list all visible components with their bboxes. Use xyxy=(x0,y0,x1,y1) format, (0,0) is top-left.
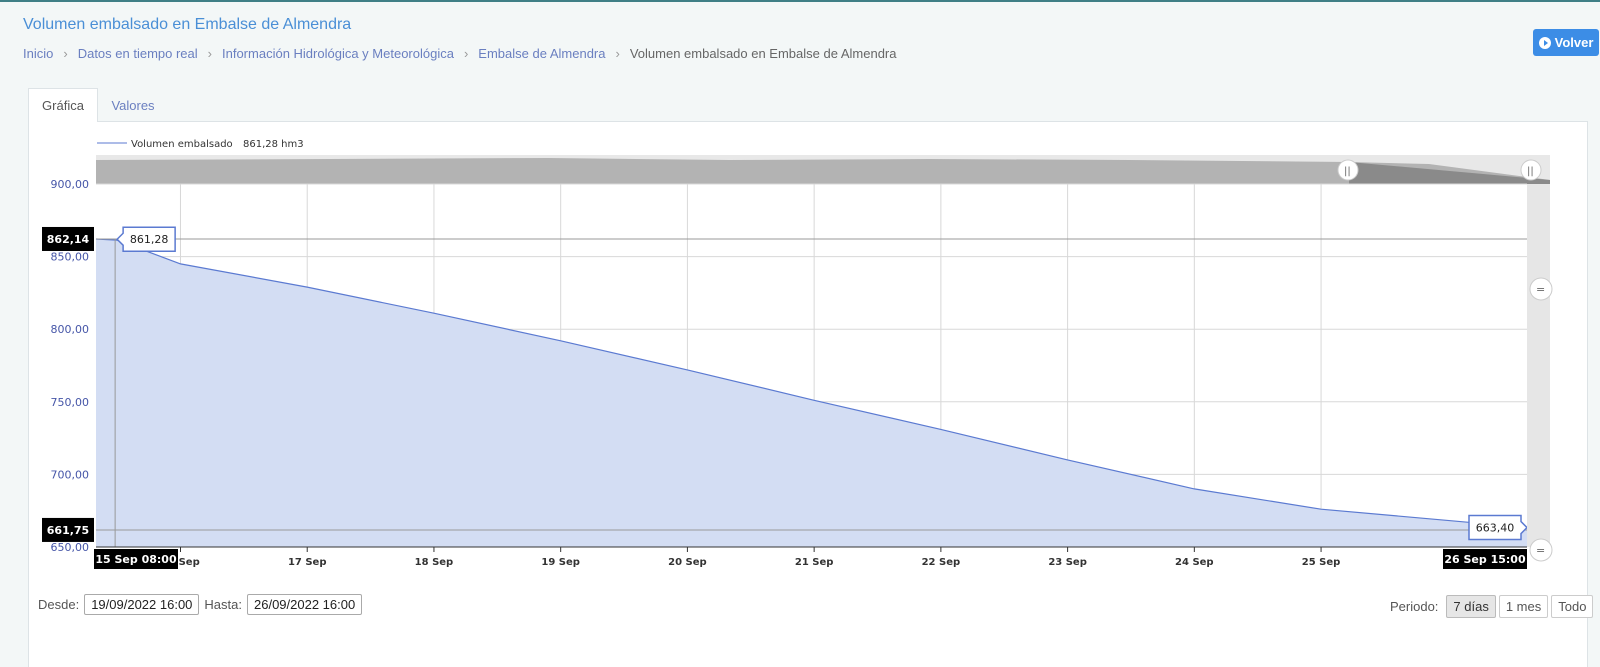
tab-valores[interactable]: Valores xyxy=(98,88,168,122)
chevron-right-icon: › xyxy=(63,46,68,61)
hasta-label: Hasta: xyxy=(204,597,242,612)
crosshair-low-label: 661,75 xyxy=(47,524,89,537)
x-tick-label: 25 Sep xyxy=(1302,557,1341,568)
back-button[interactable]: Volver xyxy=(1533,29,1599,56)
x-axis-ticks: 16 Sep 17 Sep 18 Sep 19 Sep 20 Sep 21 Sep 22 S… xyxy=(161,547,1340,568)
first-value-flag: 861,28 xyxy=(130,233,169,246)
chevron-right-icon: › xyxy=(463,46,469,61)
chart-panel: Volumen embalsado 861,28 hm3 || || 650,0… xyxy=(28,121,1588,667)
back-button-label: Volver xyxy=(1554,35,1594,50)
breadcrumb-inicio[interactable]: Inicio xyxy=(23,46,53,61)
grip-icon: = xyxy=(1536,283,1545,296)
chevron-right-icon: › xyxy=(615,46,620,61)
desde-input[interactable]: 19/09/2022 16:00 xyxy=(84,594,200,615)
x-tick-label: 21 Sep xyxy=(795,557,834,568)
x-tick-label: 22 Sep xyxy=(922,557,961,568)
breadcrumb: Inicio › Datos en tiempo real › Informac… xyxy=(23,46,897,61)
chart[interactable]: Volumen embalsado 861,28 hm3 || || 650,0… xyxy=(29,122,1589,582)
periodo-label: Periodo: xyxy=(1390,599,1439,614)
chevron-right-icon: › xyxy=(207,46,212,61)
legend-value: 861,28 hm3 xyxy=(243,139,304,150)
crosshair-end-label: 26 Sep 15:00 xyxy=(1444,553,1526,566)
last-value-flag: 663,40 xyxy=(1476,522,1515,535)
x-tick-label: 19 Sep xyxy=(541,557,580,568)
x-tick-label: 20 Sep xyxy=(668,557,707,568)
desde-label: Desde: xyxy=(38,597,80,612)
play-circle-icon xyxy=(1538,36,1551,49)
navigator[interactable]: || || xyxy=(96,155,1550,184)
grip-icon: = xyxy=(1536,544,1545,557)
grip-icon: || xyxy=(1344,166,1351,177)
navigator-area xyxy=(96,158,1550,184)
y-tick-label: 750,00 xyxy=(51,396,90,409)
y-tick-label: 700,00 xyxy=(51,468,90,481)
x-tick-label: 23 Sep xyxy=(1048,557,1087,568)
y-tick-label: 800,00 xyxy=(51,323,90,336)
grip-icon: || xyxy=(1527,166,1534,177)
crosshair-start-label: 15 Sep 08:00 xyxy=(95,553,177,566)
scrollbar-track xyxy=(1527,184,1550,547)
y-tick-label: 900,00 xyxy=(51,178,90,191)
tab-grafica[interactable]: Gráfica xyxy=(28,88,98,122)
x-tick-label: 24 Sep xyxy=(1175,557,1214,568)
hasta-input[interactable]: 26/09/2022 16:00 xyxy=(247,594,363,615)
x-tick-label: 18 Sep xyxy=(415,557,454,568)
date-range-controls: Desde: 19/09/2022 16:00 Hasta: 26/09/202… xyxy=(38,594,367,615)
y-tick-label: 850,00 xyxy=(51,251,90,264)
top-accent-line xyxy=(0,0,1600,2)
period-todo-button[interactable]: Todo xyxy=(1551,595,1594,618)
period-selector: Periodo: 7 días 1 mes Todo xyxy=(1390,595,1594,618)
vertical-scrollbar[interactable]: = = xyxy=(1527,184,1553,562)
y-tick-label: 650,00 xyxy=(51,541,90,554)
breadcrumb-current: Volumen embalsado en Embalse de Almendra xyxy=(629,46,897,61)
breadcrumb-info-hidrologica[interactable]: Información Hidrológica y Meteorológica xyxy=(222,46,454,61)
breadcrumb-datos-tiempo-real[interactable]: Datos en tiempo real xyxy=(78,46,198,61)
period-7-dias-button[interactable]: 7 días xyxy=(1446,595,1496,618)
x-tick-label: 17 Sep xyxy=(288,557,327,568)
crosshair-high-label: 862,14 xyxy=(47,233,90,246)
breadcrumb-embalse[interactable]: Embalse de Almendra xyxy=(478,46,605,61)
plot-area[interactable] xyxy=(95,183,1528,548)
series-area xyxy=(96,239,1527,547)
legend-label[interactable]: Volumen embalsado xyxy=(131,139,233,150)
page-title: Volumen embalsado en Embalse de Almendra xyxy=(23,16,352,33)
period-1-mes-button[interactable]: 1 mes xyxy=(1498,595,1549,618)
